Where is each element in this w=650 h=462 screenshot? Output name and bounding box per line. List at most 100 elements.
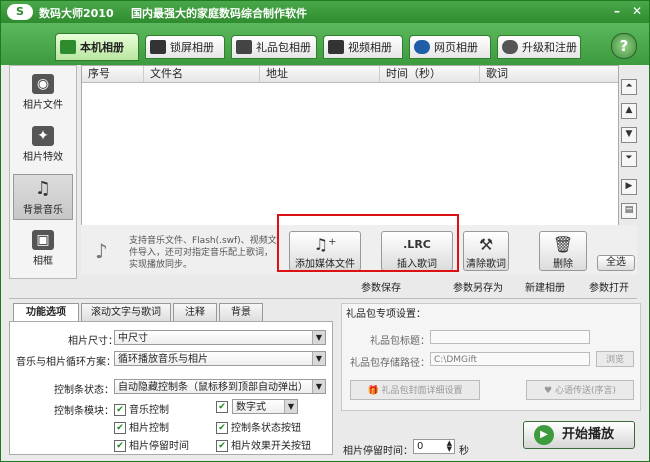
gift-icon [236,40,252,54]
checkmark-icon: ✔ [216,422,228,434]
play-icon: ▶ [534,425,554,445]
loop-scheme-label: 音乐与相片循环方案： [16,357,116,368]
button-label: 开始播放 [562,427,615,442]
minimize-button[interactable]: – [609,4,625,20]
film-icon [328,40,344,54]
heart-icon: ♥ [544,386,555,396]
album-icon [60,40,76,54]
col-lyrics[interactable]: 歌词 [480,66,618,82]
left-nav: ◉ 相片文件 ✦ 相片特效 ♫ 背景音乐 ▣ 相框 [9,65,77,279]
tab-background[interactable]: 背景 [219,303,263,321]
tab-gift-album[interactable]: 礼品包相册 [231,35,317,59]
loop-scheme-select[interactable]: 循环播放音乐与相片 ▼ [114,351,326,366]
move-bottom-button[interactable]: ⏷ [621,151,637,167]
order-buttons: ⏶ ▲ ▼ ⏷ ▶ ▤ [621,79,637,227]
nav-background-music[interactable]: ♫ 背景音乐 [13,174,73,220]
new-album-button[interactable]: 新建相册 [525,280,565,298]
col-path[interactable]: 地址 [260,66,380,82]
checkbox-label: 相片控制 [129,423,169,434]
nav-photo-files[interactable]: ◉ 相片文件 [13,70,73,116]
checkbox-label: 音乐控制 [129,405,169,416]
gift-save-path-input[interactable]: C:\DMGift [430,352,590,366]
nav-label: 相片特效 [23,152,63,163]
app-name: 数码大师2010 [39,7,114,20]
photo-size-select[interactable]: 中尺寸 ▼ [114,330,326,345]
help-button[interactable]: ? [611,33,637,59]
open-params-button[interactable]: 参数打开 [589,280,629,298]
control-style-select[interactable]: 数字式 ▼ [232,399,298,414]
checkbox-label: 相片效果开关按钮 [231,441,311,452]
tab-upgrade-register[interactable]: 升级和注册 [497,35,581,59]
music-info-text: 支持音乐文件、Flash(.swf)、视频文件导入，还可对指定音乐配上歌词，实现… [129,236,277,270]
gift-section-title: 礼品包专项设置： [346,309,426,320]
tab-notes[interactable]: 注释 [173,303,217,321]
media-table[interactable]: 序号 文件名 地址 时间（秒） 歌词 [81,65,619,227]
app-logo-icon: S [7,4,33,20]
tab-label: 锁屏相册 [170,41,214,54]
move-down-button[interactable]: ▼ [621,127,637,143]
music-icon: ♫ [34,178,52,199]
tab-web-album[interactable]: 网页相册 [409,35,491,59]
stay-time-label: 相片停留时间： [343,446,413,457]
nav-frame[interactable]: ▣ 相框 [13,226,73,272]
tab-label: 升级和注册 [522,41,577,54]
tab-local-album[interactable]: 本机相册 [55,33,139,61]
control-bar-state-button-checkbox[interactable]: ✔ 控制条状态按钮 [216,419,301,434]
list-button[interactable]: ▤ [621,203,637,219]
start-play-button[interactable]: ▶ 开始播放 [523,421,635,449]
browse-button[interactable]: 浏览 [596,351,634,367]
col-time[interactable]: 时间（秒） [380,66,480,82]
select-value: 中尺寸 [118,333,148,344]
clear-lyrics-button[interactable]: ⚒ 清除歌词 [463,231,509,271]
col-index[interactable]: 序号 [82,66,144,82]
photo-size-label: 相片尺寸： [68,336,118,347]
digital-checkbox[interactable]: ✔ [216,401,231,413]
checkbox-label: 相片停留时间 [129,441,189,452]
checkmark-icon: ✔ [114,422,126,434]
nav-photo-effects[interactable]: ✦ 相片特效 [13,122,73,168]
music-control-checkbox[interactable]: ✔ 音乐控制 [114,401,169,416]
function-options-panel: 相片尺寸： 中尺寸 ▼ 音乐与相片循环方案： 循环播放音乐与相片 ▼ 控制条状态… [9,321,333,455]
stay-time-unit: 秒 [459,446,469,457]
web-icon [414,40,430,54]
heart-message-button[interactable]: ♥ 心语传送(序言) [526,380,634,400]
monitor-icon [150,40,166,54]
checkmark-icon: ✔ [216,440,228,452]
gift-icon: 🎁 [367,386,382,396]
move-up-button[interactable]: ▲ [621,103,637,119]
tab-lock-screen-album[interactable]: 锁屏相册 [145,35,225,59]
button-label: 清除歌词 [466,259,506,270]
button-label: 礼品包封面详细设置 [381,386,463,396]
photo-effect-toggle-checkbox[interactable]: ✔ 相片效果开关按钮 [216,437,311,452]
col-filename[interactable]: 文件名 [144,66,260,82]
save-params-button[interactable]: 参数保存 [361,280,401,298]
gift-title-label: 礼品包标题： [370,336,430,347]
spinner-arrows-icon[interactable]: ▲ ▼ [447,440,452,453]
select-all-button[interactable]: 全选 [597,255,635,271]
tab-scroll-text-lyrics[interactable]: 滚动文字与歌词 [81,303,171,321]
app-window: S 数码大师2010 国内最强大的家庭数码综合制作软件 – ✕ 本机相册 锁屏相… [0,0,650,462]
chevron-down-icon: ▼ [312,352,325,365]
select-value: 自动隐藏控制条（鼠标移到顶部自动弹出） [118,382,308,393]
tab-function-options[interactable]: 功能选项 [13,303,79,321]
delete-button[interactable]: 🗑 删除 [539,231,587,271]
trash-icon: 🗑 [552,235,574,254]
control-bar-state-select[interactable]: 自动隐藏控制条（鼠标移到顶部自动弹出） ▼ [114,379,326,394]
gift-title-input[interactable] [430,330,590,344]
photo-stay-time-checkbox[interactable]: ✔ 相片停留时间 [114,437,189,452]
table-header: 序号 文件名 地址 时间（秒） 歌词 [82,66,618,83]
param-toolbar: 参数保存 参数另存为 新建相册 参数打开 [9,280,637,299]
move-top-button[interactable]: ⏶ [621,79,637,95]
save-params-as-button[interactable]: 参数另存为 [453,280,503,298]
checkmark-icon: ✔ [216,401,228,413]
close-button[interactable]: ✕ [629,4,645,20]
stay-time-spinner[interactable]: 0 ▲ ▼ [413,439,455,454]
tab-video-album[interactable]: 视频相册 [323,35,403,59]
photo-control-checkbox[interactable]: ✔ 相片控制 [114,419,169,434]
spinner-value: 0 [417,441,424,452]
button-label: 心语传送(序言) [554,386,616,396]
gift-cover-settings-button[interactable]: 🎁 礼品包封面详细设置 [350,380,480,400]
tab-label: 视频相册 [348,41,392,54]
play-preview-button[interactable]: ▶ [621,179,637,195]
gift-save-path-label: 礼品包存储路径： [350,358,430,369]
